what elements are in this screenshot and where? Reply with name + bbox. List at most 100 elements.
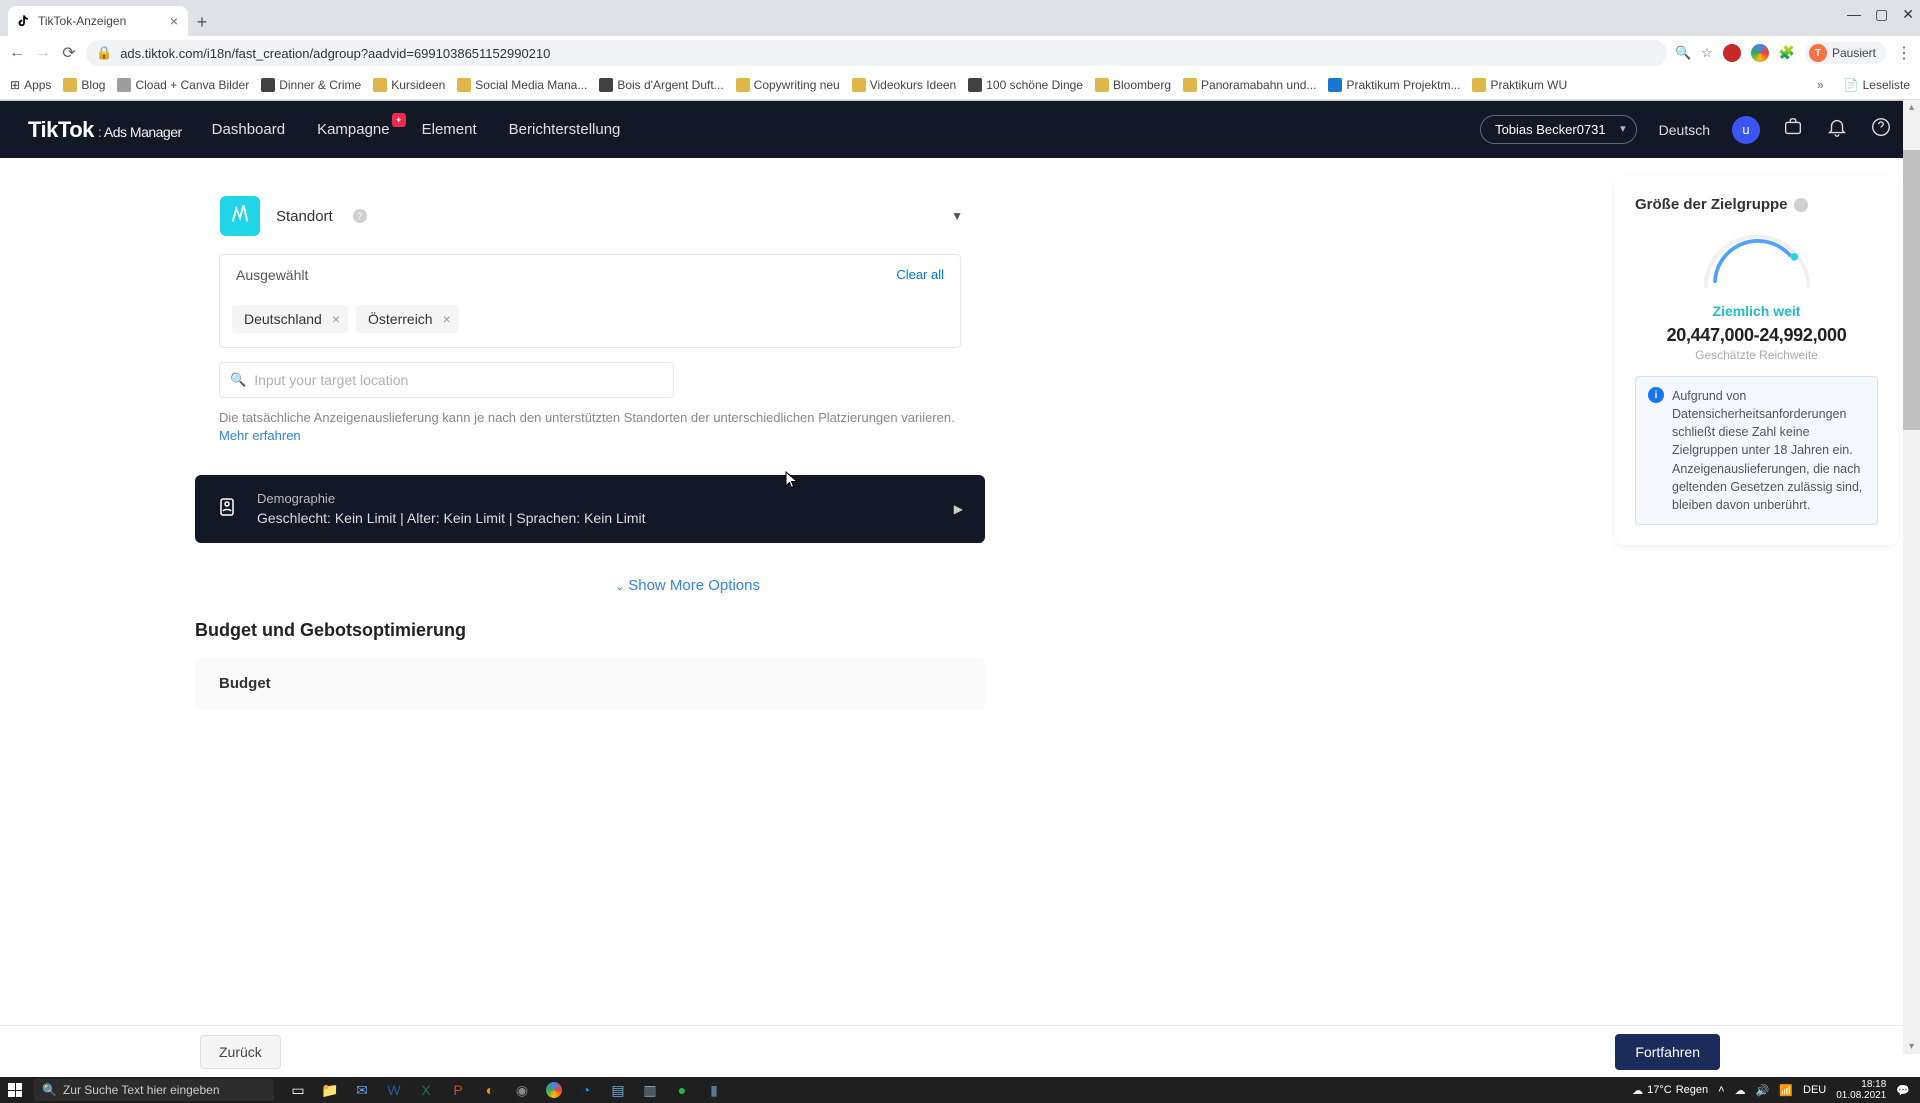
language-indicator[interactable]: DEU [1803, 1084, 1826, 1096]
bookmark-item[interactable]: Bloomberg [1095, 78, 1171, 92]
info-icon: i [1648, 387, 1664, 403]
back-button[interactable]: Zurück [200, 1035, 281, 1069]
selected-locations-box: Ausgewählt Clear all Deutschland× Österr… [219, 254, 961, 348]
app-icon[interactable]: ◐ [476, 1077, 504, 1103]
profile-avatar-icon: T [1809, 44, 1827, 62]
maximize-icon[interactable]: ▢ [1875, 6, 1888, 23]
bookmark-item[interactable]: Social Media Mana... [457, 78, 587, 92]
location-search[interactable]: 🔍 [219, 362, 674, 398]
windows-logo-icon [8, 1083, 22, 1097]
vertical-scrollbar[interactable]: ▴ ▾ [1903, 100, 1920, 1054]
nav-dashboard[interactable]: Dashboard [210, 117, 287, 142]
content-area: Standort ? ▼ Ausgewählt Clear all Deutsc… [0, 158, 1920, 1025]
back-icon[interactable]: ← [8, 44, 26, 62]
excel-icon[interactable]: X [412, 1077, 440, 1103]
info-tooltip-icon[interactable] [1794, 198, 1808, 212]
bookmark-item[interactable]: Kursideen [373, 78, 445, 92]
info-tooltip-icon[interactable]: ? [353, 209, 367, 223]
account-dropdown[interactable]: Tobias Becker0731 [1480, 115, 1637, 144]
bookmark-item[interactable]: Copywriting neu [736, 78, 840, 92]
reload-icon[interactable]: ⟳ [60, 43, 78, 63]
app-icon[interactable]: ▮ [700, 1077, 728, 1103]
help-icon[interactable] [1870, 116, 1892, 144]
tiktok-ads-logo[interactable]: TikTok Ads Manager [28, 117, 182, 143]
map-marker-icon [220, 196, 260, 236]
logo-sub-text: Ads Manager [98, 124, 182, 140]
nav-element[interactable]: Element [420, 117, 479, 142]
reading-list-button[interactable]: 📄Leseliste [1844, 78, 1910, 92]
clear-all-link[interactable]: Clear all [896, 267, 944, 283]
onedrive-icon[interactable]: ☁ [1735, 1084, 1746, 1097]
continue-button[interactable]: Fortfahren [1615, 1034, 1720, 1070]
location-section-title: Standort [276, 208, 333, 225]
extension-icon[interactable] [1751, 44, 1769, 62]
extension-icon[interactable] [1723, 44, 1741, 62]
chip-remove-icon[interactable]: × [443, 311, 451, 327]
scroll-thumb[interactable] [1903, 150, 1920, 430]
lock-icon: 🔒 [96, 45, 112, 61]
spotify-icon[interactable]: ● [668, 1077, 696, 1103]
wifi-icon[interactable]: 📶 [1779, 1084, 1793, 1097]
budget-label: Budget [219, 675, 961, 692]
bookmark-item[interactable]: Dinner & Crime [261, 78, 361, 92]
bookmark-item[interactable]: Panoramabahn und... [1183, 78, 1316, 92]
bookmark-overflow-icon[interactable]: » [1817, 78, 1824, 92]
scroll-down-arrow-icon[interactable]: ▾ [1903, 1039, 1920, 1054]
app-icon[interactable]: ▥ [636, 1077, 664, 1103]
demographics-section[interactable]: Demographie Geschlecht: Kein Limit | Alt… [195, 475, 985, 544]
new-tab-button[interactable]: + [188, 8, 216, 36]
language-toggle[interactable]: Deutsch [1659, 122, 1710, 138]
learn-more-link[interactable]: Mehr erfahren [219, 428, 961, 443]
browser-tab[interactable]: TikTok-Anzeigen × [8, 6, 188, 36]
mail-icon[interactable]: ✉ [348, 1077, 376, 1103]
show-more-options-link[interactable]: ⌄Show More Options [615, 577, 760, 594]
forward-icon[interactable]: → [34, 44, 52, 62]
window-controls: — ▢ ✕ [1847, 6, 1914, 23]
minimize-icon[interactable]: — [1847, 6, 1861, 23]
search-icon: 🔍 [230, 372, 246, 388]
edge-icon[interactable]: ◔ [572, 1077, 600, 1103]
bookmark-item[interactable]: Praktikum Projektm... [1328, 78, 1460, 92]
nav-reporting[interactable]: Berichterstellung [507, 117, 623, 142]
nav-campaign[interactable]: Kampagne✦ [315, 117, 392, 142]
chrome-icon[interactable] [540, 1077, 568, 1103]
file-explorer-icon[interactable]: 📁 [316, 1077, 344, 1103]
tray-chevron-icon[interactable]: ˄ [1718, 1084, 1724, 1096]
zoom-icon[interactable]: 🔍 [1675, 45, 1691, 61]
browser-chrome: TikTok-Anzeigen × + — ▢ ✕ ← → ⟳ 🔒 ads.ti… [0, 0, 1920, 101]
volume-icon[interactable]: 🔊 [1756, 1084, 1770, 1097]
taskbar-search[interactable]: 🔍 Zur Suche Text hier eingeben [34, 1079, 274, 1101]
tab-close-icon[interactable]: × [170, 13, 178, 29]
bookmark-item[interactable]: Cload + Canva Bilder [117, 78, 249, 92]
business-center-icon[interactable] [1782, 116, 1804, 144]
notification-bell-icon[interactable] [1826, 116, 1848, 144]
word-icon[interactable]: W [380, 1077, 408, 1103]
profile-button[interactable]: T Pausiert [1805, 42, 1886, 64]
action-center-icon[interactable]: 💬 [1896, 1084, 1910, 1097]
powerpoint-icon[interactable]: P [444, 1077, 472, 1103]
scroll-up-arrow-icon[interactable]: ▴ [1903, 100, 1920, 115]
chrome-menu-icon[interactable]: ⋮ [1896, 43, 1912, 63]
location-section-header[interactable]: Standort ? ▼ [195, 178, 985, 236]
extensions-menu-icon[interactable]: 🧩 [1779, 45, 1795, 61]
app-icon[interactable]: ▤ [604, 1077, 632, 1103]
user-avatar[interactable]: u [1732, 116, 1760, 144]
close-window-icon[interactable]: ✕ [1902, 6, 1914, 23]
bookmark-item[interactable]: 100 schöne Dinge [968, 78, 1083, 92]
taskbar-clock[interactable]: 18:18 01.08.2021 [1836, 1079, 1886, 1101]
weather-widget[interactable]: ☁ 17°C Regen [1632, 1084, 1708, 1097]
bookmark-item[interactable]: Bois d'Argent Duft... [599, 78, 723, 92]
bookmark-item[interactable]: Praktikum WU [1472, 78, 1567, 92]
collapse-caret-icon[interactable]: ▼ [951, 209, 963, 223]
obs-icon[interactable]: ◉ [508, 1077, 536, 1103]
chip-remove-icon[interactable]: × [332, 311, 340, 327]
start-button[interactable] [0, 1077, 30, 1103]
location-search-input[interactable] [254, 372, 663, 388]
address-bar[interactable]: 🔒 ads.tiktok.com/i18n/fast_creation/adgr… [86, 40, 1667, 66]
bookmark-item[interactable]: Blog [63, 78, 105, 92]
bookmark-item[interactable]: Videokurs Ideen [852, 78, 957, 92]
bookmark-star-icon[interactable]: ☆ [1701, 45, 1713, 61]
budget-section-heading: Budget und Gebotsoptimierung [195, 620, 1615, 641]
apps-button[interactable]: ⊞Apps [10, 78, 51, 92]
task-view-icon[interactable]: ▭ [284, 1077, 312, 1103]
